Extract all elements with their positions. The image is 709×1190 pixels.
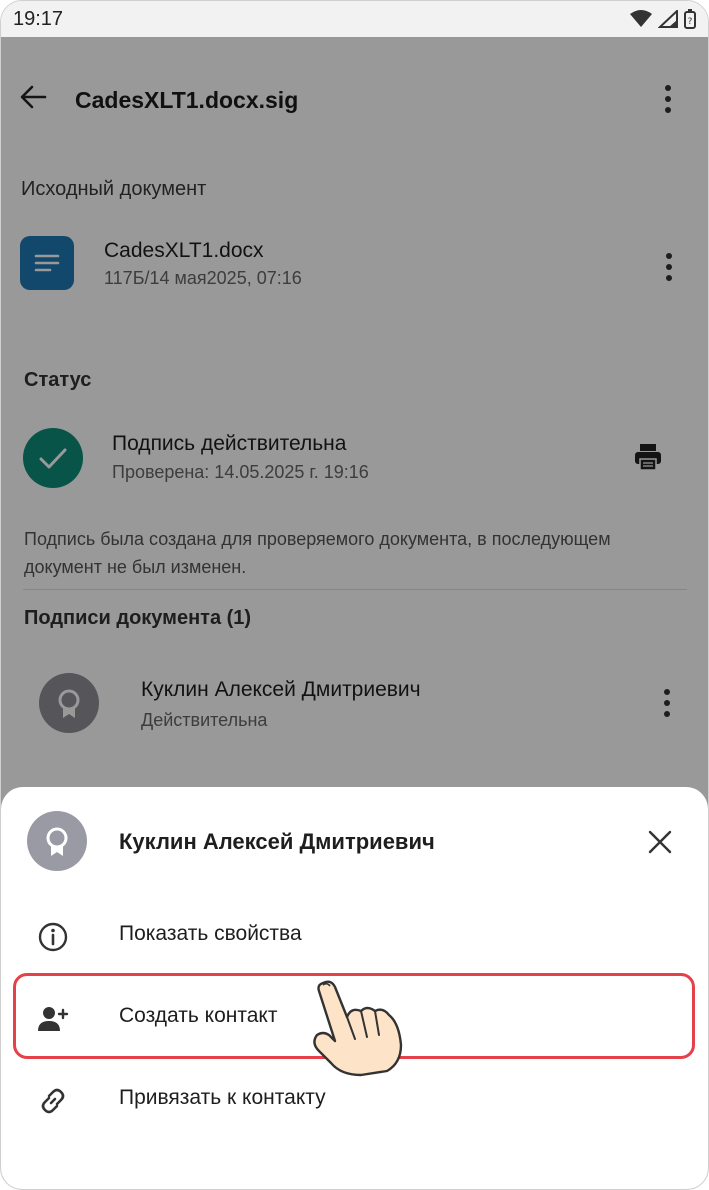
link-icon: [41, 1088, 65, 1114]
battery-icon: ?: [684, 9, 696, 29]
wifi-icon: [630, 10, 652, 27]
show-properties-action[interactable]: Показать свойства: [1, 895, 708, 977]
pointing-hand-icon: [313, 980, 403, 1077]
signal-icon: [658, 10, 678, 28]
link-to-contact-label: Привязать к контакту: [119, 1086, 326, 1109]
info-icon: [38, 922, 68, 952]
status-icons: ?: [630, 9, 696, 29]
status-bar: 19:17 ?: [1, 1, 708, 37]
sheet-certificate-avatar: [27, 811, 87, 871]
status-time: 19:17: [13, 8, 64, 30]
svg-text:?: ?: [688, 17, 693, 27]
sheet-title: Куклин Алексей Дмитриевич: [119, 829, 435, 854]
close-icon[interactable]: [647, 829, 673, 855]
phone-screen: 19:17 ? CadesXLT1.docx.sig Исходный доку…: [0, 0, 709, 1190]
show-properties-label: Показать свойства: [119, 922, 302, 945]
